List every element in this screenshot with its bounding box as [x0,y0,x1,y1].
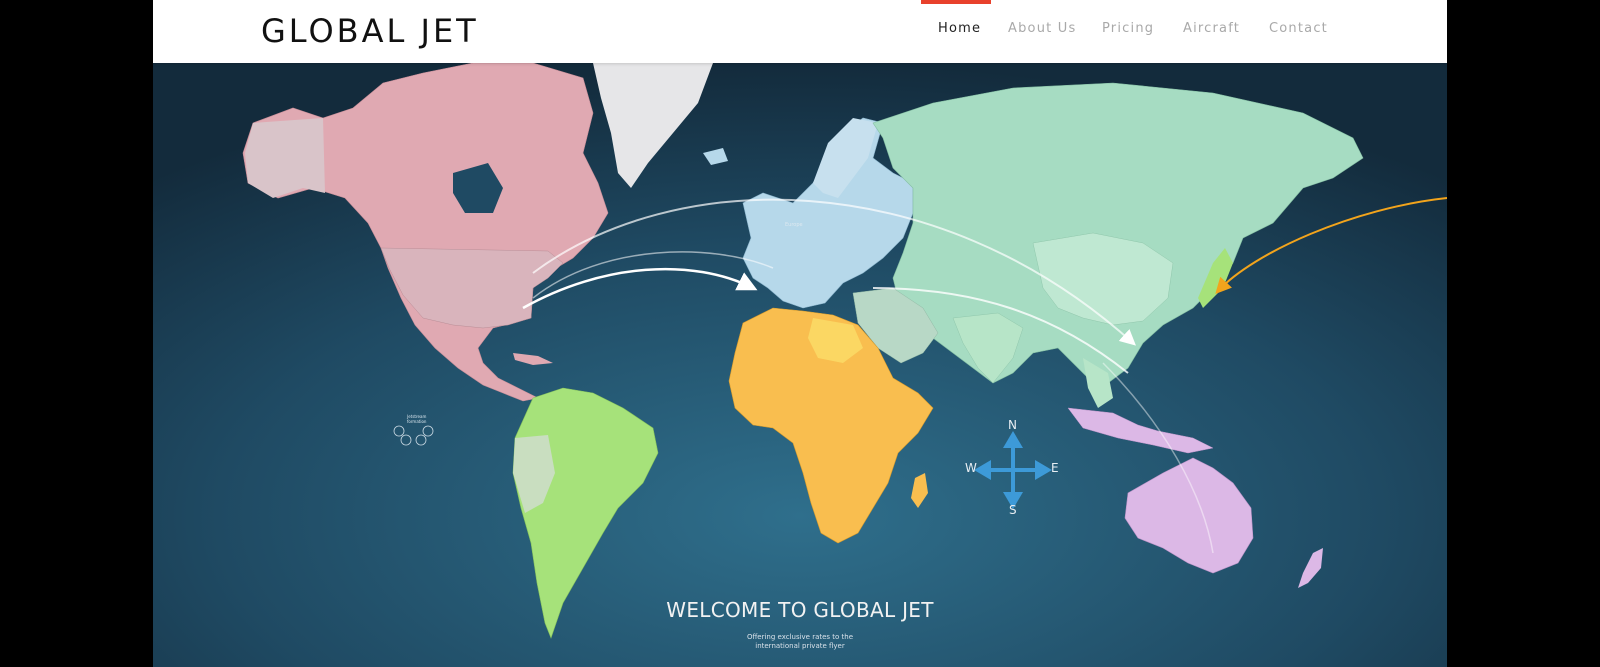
world-map-graphic [153,63,1447,667]
nav-pricing[interactable]: Pricing [1102,21,1154,36]
compass-south-label: S [1009,503,1017,517]
active-nav-indicator [921,0,991,4]
compass-north-label: N [1008,418,1017,432]
nav-aircraft[interactable]: Aircraft [1183,21,1240,36]
hero-tagline-line1: Offering exclusive rates to the [746,633,854,641]
compass-west-label: W [965,461,977,475]
compass-east-label: E [1051,461,1059,475]
hero-title: WELCOME TO GLOBAL JET [666,598,934,622]
hero-tagline: Offering exclusive rates to the internat… [153,633,1447,651]
nav-about-us[interactable]: About Us [1008,21,1076,36]
site-header: GLOBAL JET Home About Us Pricing Aircraf… [153,0,1447,63]
nav-contact[interactable]: Contact [1269,21,1328,36]
map-label-jetstream: Jetstream formation [407,414,427,424]
nav-home[interactable]: Home [938,21,981,36]
map-label-europe: Europe [785,222,803,228]
hero-world-map: Europe Jetstream formation N S W E WELCO… [153,63,1447,667]
alaska [245,118,325,198]
page: GLOBAL JET Home About Us Pricing Aircraf… [153,0,1447,667]
hero-tagline-line2: international private flyer [755,642,845,650]
site-logo[interactable]: GLOBAL JET [261,12,479,50]
